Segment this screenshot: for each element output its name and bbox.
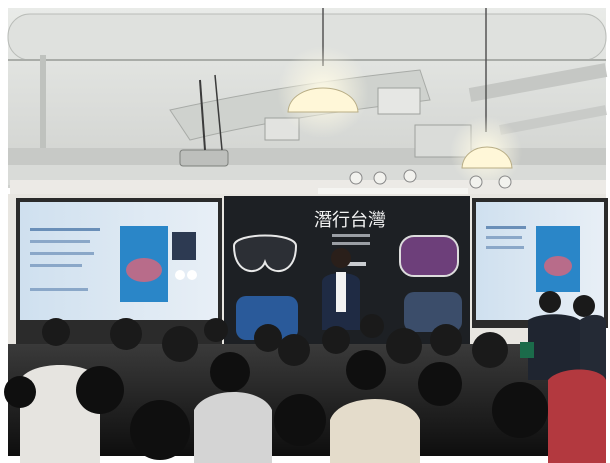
event-photo: 潛行台灣 xyxy=(0,0,610,463)
backdrop-title: 潛行台灣 xyxy=(314,210,386,231)
